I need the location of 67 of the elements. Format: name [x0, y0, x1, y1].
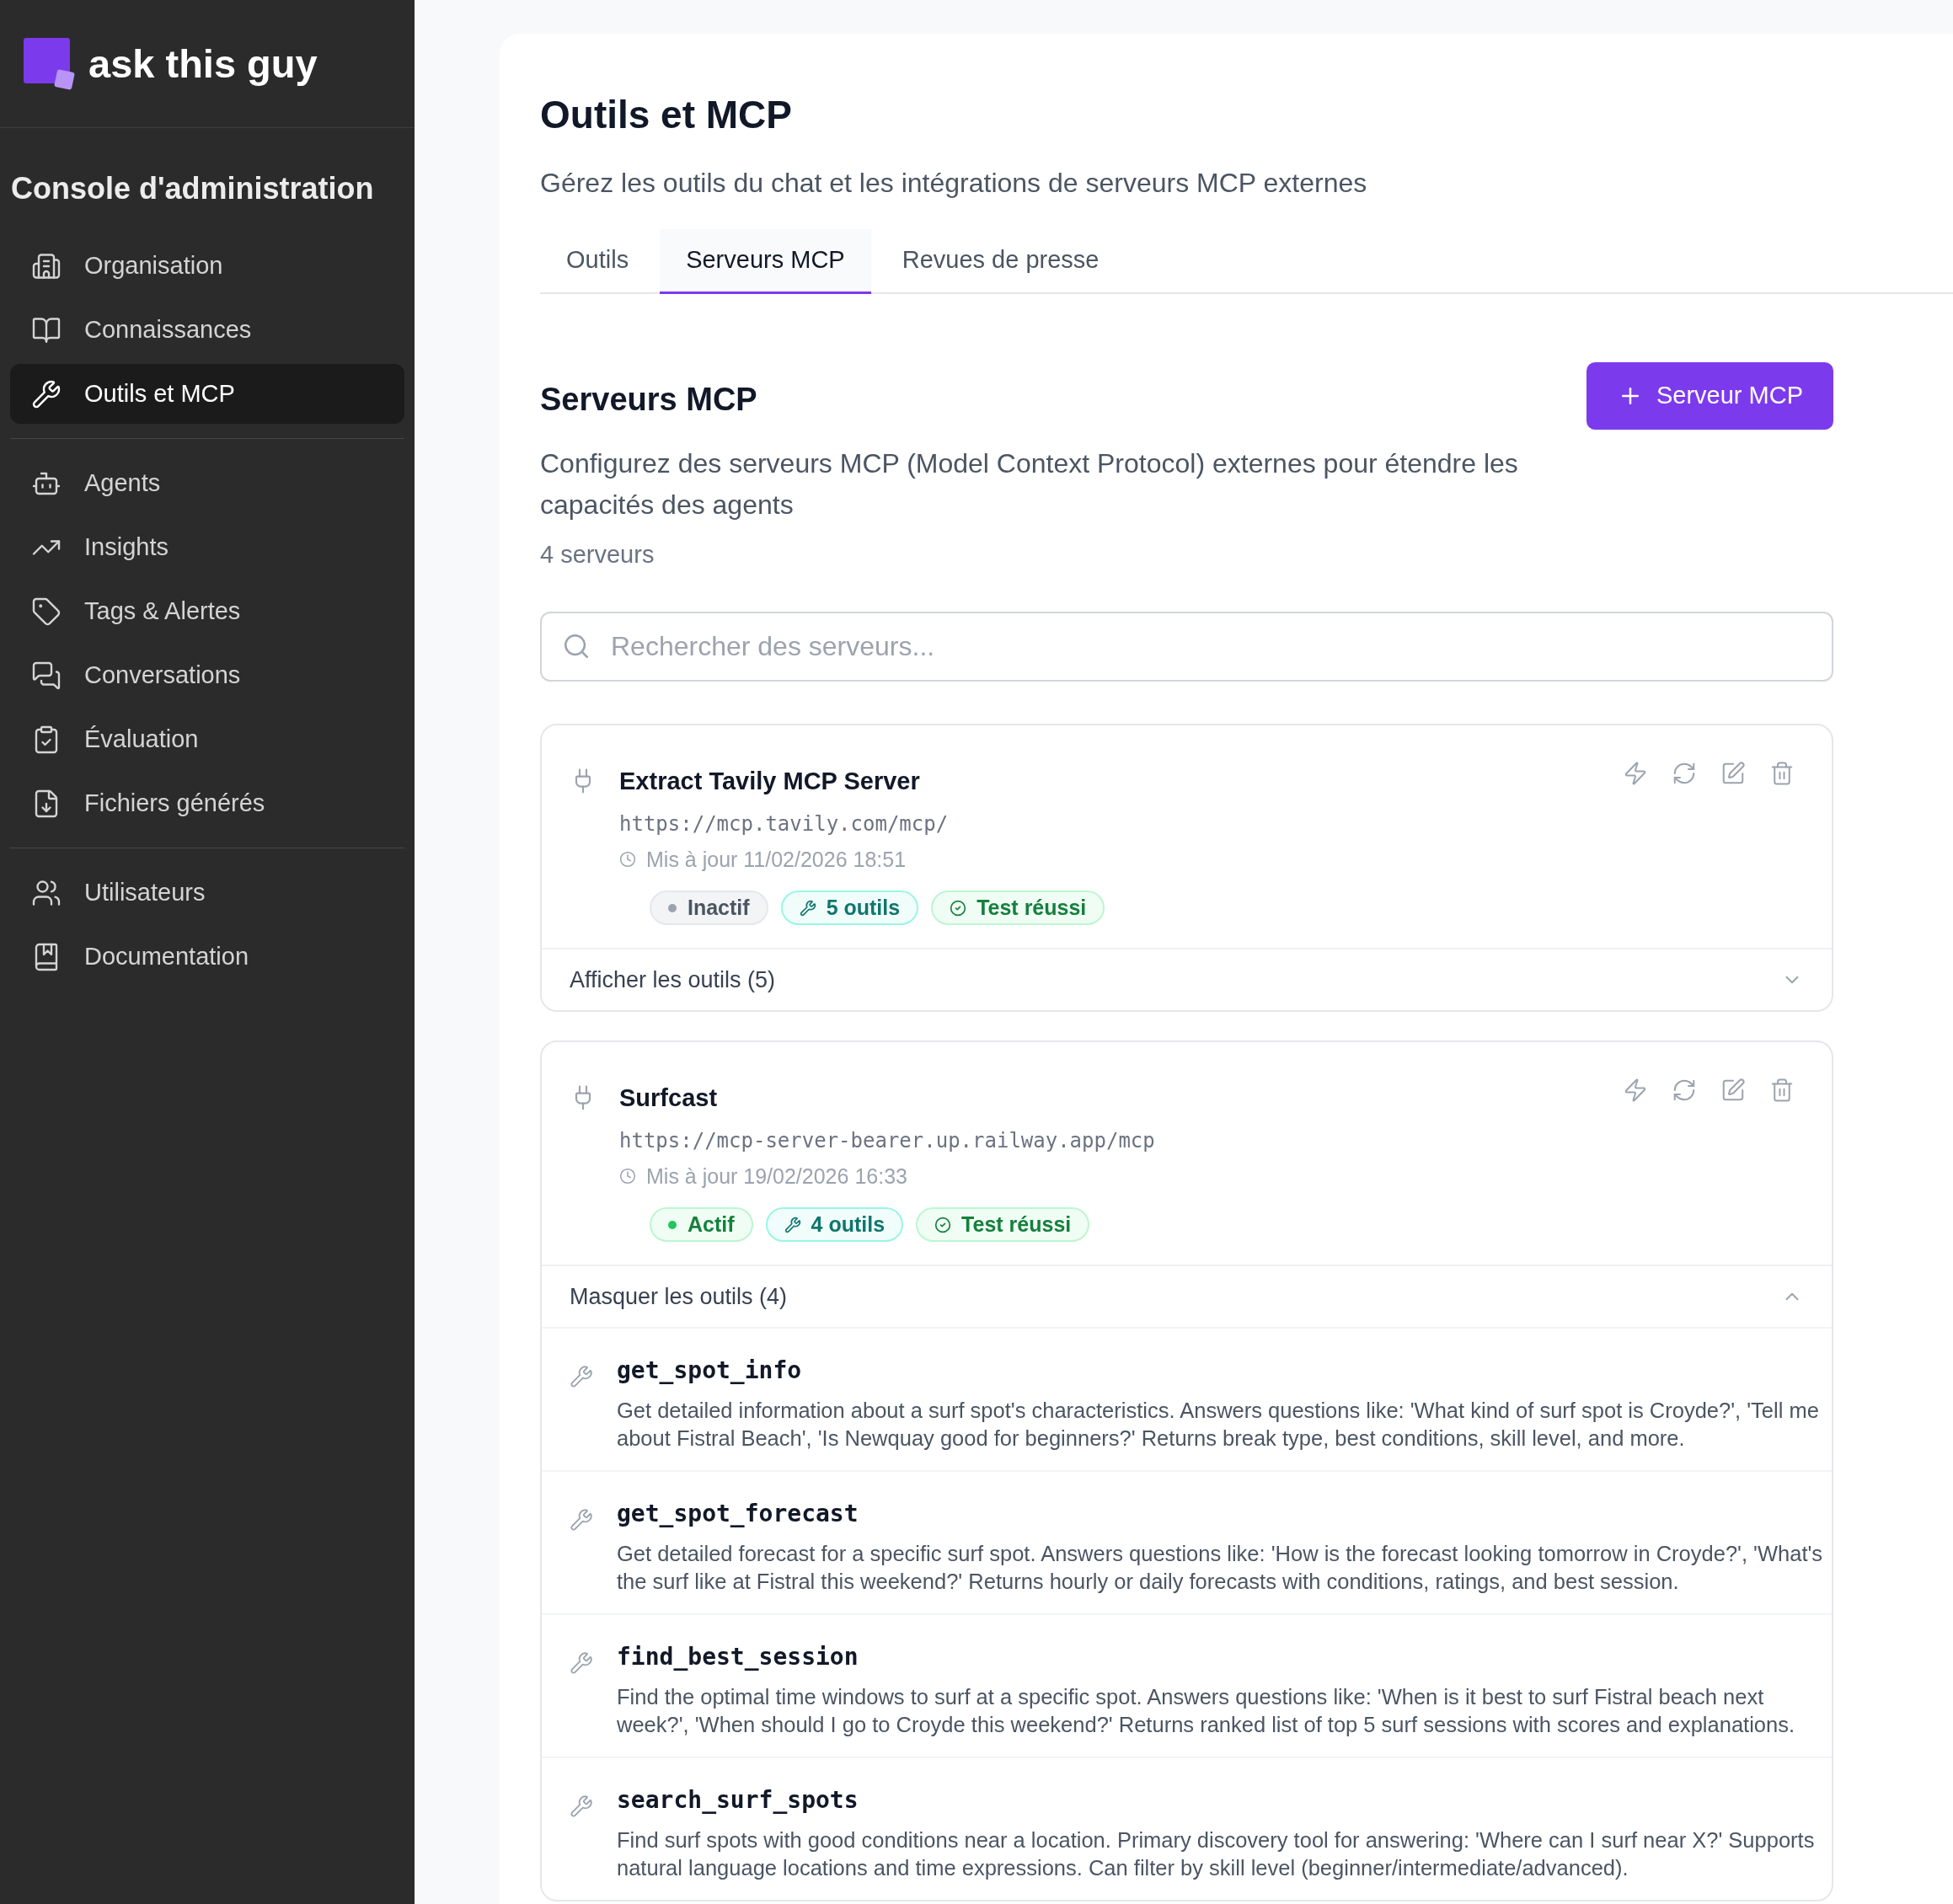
sidebar-item[interactable]: Utilisateurs [10, 863, 404, 923]
toggle-tools-button[interactable]: Masquer les outils (4) [542, 1265, 1832, 1327]
search-field[interactable]: Rechercher des serveurs... [540, 612, 1833, 682]
server-name: Extract Tavily MCP Server [619, 767, 921, 796]
tool-name: search_surf_spots [617, 1785, 859, 1816]
tab[interactable]: Outils [540, 229, 655, 294]
clock-icon [619, 1168, 636, 1185]
sidebar-item[interactable]: Évaluation [10, 709, 404, 769]
trash-icon[interactable] [1769, 1078, 1795, 1103]
sidebar-title: Console d'administration [11, 170, 375, 207]
sidebar-item[interactable]: Tags & Alertes [10, 581, 404, 641]
logo-icon [24, 37, 76, 90]
check-circle-icon [934, 1216, 952, 1233]
wrench-icon [570, 1365, 593, 1388]
server-name: Surfcast [619, 1083, 719, 1113]
server-url: https://mcp-server-bearer.up.railway.app/mcp [619, 1128, 1155, 1154]
tool-name: get_spot_info [617, 1356, 803, 1386]
status-badge: Inactif [650, 890, 768, 925]
check-circle-icon [950, 899, 967, 917]
edit-icon[interactable] [1720, 761, 1746, 786]
tool-description: Get detailed information about a surf spot's characteristics. Answers questions like: 'What kind of surf spot is Croyde?', 'Tell me about Fistral Beach', 'Is Newquay good for beginners?' Returns break type, best conditions, skill level, and more. [617, 1398, 1820, 1452]
tool-name: get_spot_forecast [617, 1499, 859, 1529]
wrench-icon [570, 1651, 593, 1675]
sidebar-item[interactable]: Connaissances [10, 300, 404, 360]
tab[interactable]: Serveurs MCP [660, 229, 871, 294]
edit-icon[interactable] [1720, 1078, 1746, 1103]
lightning-icon[interactable] [1623, 761, 1648, 786]
updated-date: Mis à jour 11/02/2026 18:51 [646, 847, 907, 872]
sidebar-item[interactable]: Agents [10, 453, 404, 513]
search-icon [562, 632, 591, 661]
section-title: Serveurs MCP [540, 381, 758, 418]
lightning-icon[interactable] [1623, 1078, 1648, 1103]
tool-description: Find surf spots with good conditions near a location. Primary discovery tool for answering: 'Where can I surf near X?' Supports natural language locations and time expressions. Can filter by skill level (beginner/intermediate/advanced). [617, 1827, 1816, 1881]
refresh-icon[interactable] [1672, 1078, 1697, 1103]
sidebar-item[interactable]: Outils et MCP [10, 364, 404, 424]
add-server-button[interactable]: Serveur MCP [1586, 362, 1833, 430]
wrench-icon [570, 1794, 593, 1818]
test-result-badge: Test réussi [931, 890, 1105, 925]
trash-icon[interactable] [1769, 761, 1795, 786]
sidebar-item[interactable]: Fichiers générés [10, 773, 404, 833]
tool-description: Get detailed forecast for a specific surf spot. Answers questions like: 'How is the forecast looking tomorrow in Croyde?', 'What's the surf like at Fistral this weekend?' Returns hourly or daily forecasts with conditions, ratings, and best session. [617, 1541, 1823, 1595]
page-title: Outils et MCP [540, 92, 794, 138]
sidebar-item[interactable]: Organisation [10, 236, 404, 296]
server-url: https://mcp.tavily.com/mcp/ [619, 811, 950, 837]
wrench-icon [31, 378, 62, 409]
tools-count-badge: 5 outils [780, 890, 919, 925]
refresh-icon[interactable] [1672, 761, 1697, 786]
section-description: Configurez des serveurs MCP (Model Context Protocol) externes pour étendre les capacités des agents [540, 447, 1519, 521]
tool-description: Find the optimal time windows to surf at a specific spot. Answers questions like: 'When is it best to surf Fistral beach next week?', 'When should I go to Croyde this weekend?' Returns ranked list of top 5 surf sessions with scores and explanations. [617, 1684, 1796, 1738]
wrench-icon [784, 1216, 801, 1233]
status-badge: Actif [650, 1207, 753, 1242]
tools-count-badge: 4 outils [765, 1207, 904, 1242]
toggle-tools-button[interactable]: Afficher les outils (5) [542, 948, 1832, 1010]
page-subtitle: Gérez les outils du chat et les intégrations de serveurs MCP externes [540, 167, 1368, 200]
test-result-badge: Test réussi [916, 1207, 1090, 1242]
sidebar-item[interactable]: Insights [10, 517, 404, 577]
server-count: 4 serveurs [540, 540, 655, 569]
sidebar-item[interactable]: Conversations [10, 645, 404, 705]
clock-icon [619, 851, 636, 868]
tag-icon [31, 596, 62, 627]
chat-bubbles-icon [31, 660, 62, 691]
tab[interactable]: Revues de presse [875, 229, 1126, 294]
tool-name: find_best_session [617, 1642, 859, 1672]
wrench-icon [799, 899, 816, 917]
updated-date: Mis à jour 19/02/2026 16:33 [646, 1163, 907, 1189]
sidebar-item[interactable]: Documentation [10, 927, 404, 987]
wrench-icon [570, 1508, 593, 1532]
